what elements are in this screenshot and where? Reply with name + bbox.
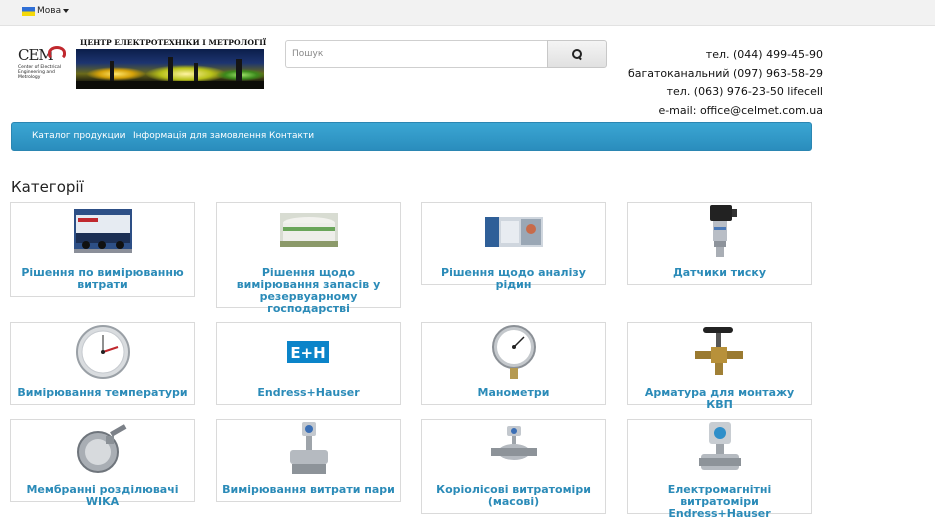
search-input[interactable] <box>285 40 547 68</box>
category-card[interactable]: Рішення щодо вимірювання запасів у резер… <box>216 202 401 315</box>
pressure-sensor-icon <box>628 203 811 261</box>
caret-down-icon <box>63 9 70 13</box>
category-label: Манометри <box>477 386 550 399</box>
contact-info: тел. (044) 499-45-90 багатоканальний (09… <box>628 46 823 120</box>
category-card[interactable]: Манометри <box>421 322 606 405</box>
logo-title: ЦЕНТР ЕЛЕКТРОТЕХНІКИ І МЕТРОЛОГІЇ <box>80 38 267 47</box>
category-card[interactable]: Вимірювання температури <box>10 322 195 405</box>
category-card[interactable]: Коріолісові витратоміри (масові) <box>421 419 606 514</box>
category-label: Вимірювання температури <box>17 386 188 399</box>
category-card[interactable]: Арматура для монтажу КВП <box>627 322 812 411</box>
magnetic-flowmeter-icon <box>628 420 811 478</box>
category-label: Вимірювання витрати пари <box>222 483 395 496</box>
category-label: Коріолісові витратоміри (масові) <box>436 483 591 508</box>
contact-phone-lifecell: тел. (063) 976-23-50 lifecell <box>666 85 823 98</box>
ukraine-flag-icon <box>22 6 35 16</box>
category-card[interactable]: Датчики тиску <box>627 202 812 285</box>
coriolis-flowmeter-icon <box>422 426 605 468</box>
category-label: Рішення по вимірюванню витрати <box>21 266 184 291</box>
search-bar <box>285 40 607 68</box>
power-plant-photo <box>76 49 264 89</box>
main-nav: Каталог продукции Інформація для замовле… <box>11 122 812 151</box>
language-selector[interactable]: Мова <box>22 6 70 16</box>
contact-phone-multichannel: багатоканальний (097) 963-58-29 <box>627 66 823 80</box>
category-card[interactable]: Рішення по вимірюванню витрати <box>10 202 195 297</box>
site-logo[interactable]: CEM Center of Electrical Engineering and… <box>18 38 266 90</box>
category-label: Датчики тиску <box>672 266 767 279</box>
category-label: Рішення щодо вимірювання запасів у резер… <box>236 266 381 315</box>
category-card[interactable]: Електромагнітні витратоміри Endress+Haus… <box>627 419 812 520</box>
lab-equipment-icon <box>422 217 605 247</box>
category-label: Арматура для монтажу КВП <box>644 386 795 411</box>
category-card[interactable]: Рішення щодо аналізу рідин <box>421 202 606 291</box>
category-card[interactable]: Мембранні розділювачі WIKA <box>10 419 195 508</box>
thermometer-dial-icon <box>11 323 194 381</box>
category-label: Мембранні розділювачі WIKA <box>26 483 179 508</box>
category-label: Endress+Hauser <box>257 386 360 399</box>
tank-icon <box>217 213 400 247</box>
language-label: Мова <box>37 6 62 16</box>
categories-heading: Категорії <box>11 178 84 196</box>
category-card[interactable]: Вимірювання витрати пари <box>216 419 401 502</box>
manometer-icon <box>422 323 605 381</box>
category-label: Рішення щодо аналізу рідин <box>441 266 586 291</box>
logo-swirl-icon <box>48 46 66 60</box>
nav-item-order-info[interactable]: Інформація для замовлення <box>133 123 266 150</box>
nav-item-contacts[interactable]: Контакти <box>269 123 314 150</box>
truck-icon <box>11 209 194 253</box>
search-icon <box>571 48 583 60</box>
contact-email: e-mail: office@celmet.com.ua <box>658 103 823 117</box>
top-bar: Мова <box>0 0 935 26</box>
contact-phone-1: тел. (044) 499-45-90 <box>705 48 823 61</box>
valve-icon <box>628 323 811 381</box>
nav-item-catalog[interactable]: Каталог продукции <box>32 123 125 150</box>
logo-subtitle: Center of Electrical Engineering and Met… <box>18 65 62 80</box>
endress-hauser-logo: E+H <box>217 323 400 381</box>
eh-logo-text: E+H <box>290 344 325 362</box>
search-button[interactable] <box>547 40 607 68</box>
category-label: Електромагнітні витратоміри Endress+Haus… <box>667 483 772 520</box>
category-card[interactable]: E+H Endress+Hauser <box>216 322 401 405</box>
steam-flowmeter-icon <box>217 420 400 478</box>
diaphragm-seal-icon <box>11 420 194 478</box>
